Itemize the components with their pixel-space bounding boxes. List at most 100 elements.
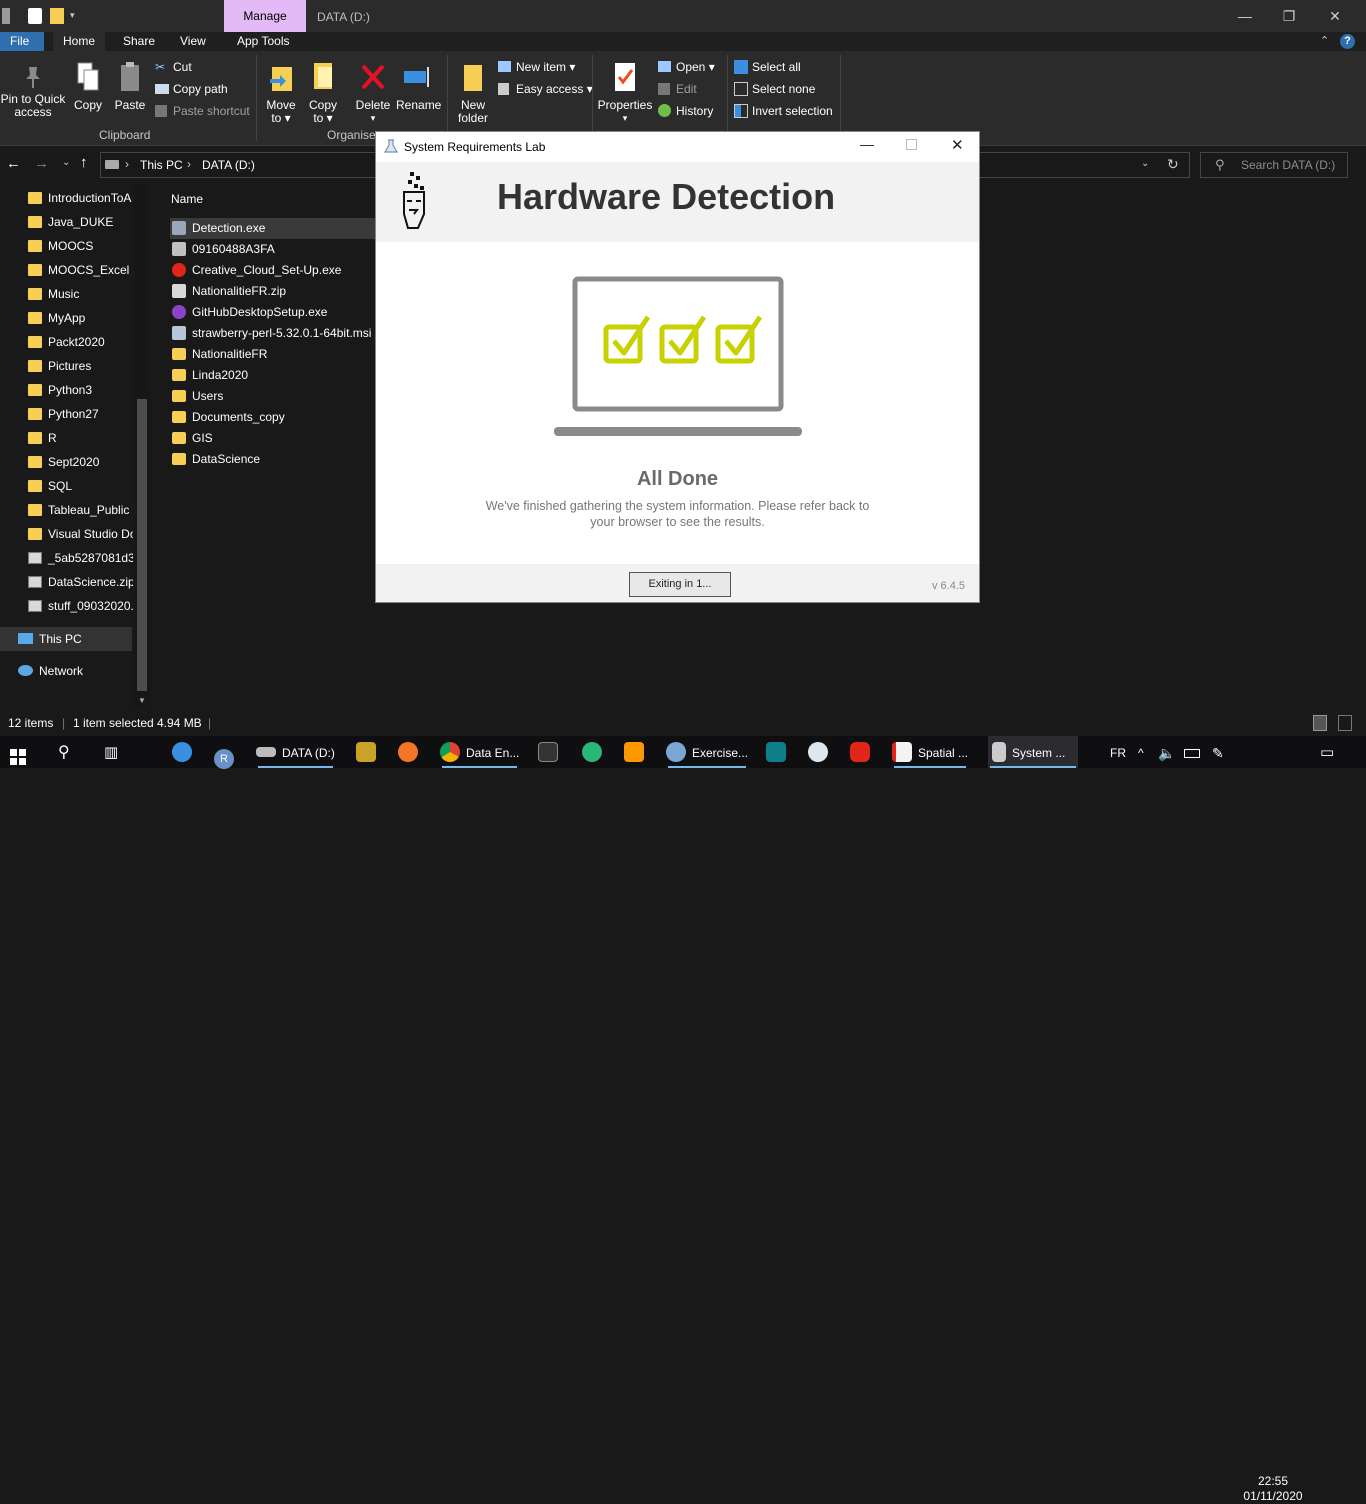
taskbar-app-atom[interactable] (582, 736, 608, 768)
minimize-button[interactable]: — (1222, 0, 1268, 32)
properties-button[interactable]: Properties ▾ (597, 61, 653, 125)
file-row[interactable]: GitHubDesktopSetup.exe (170, 302, 327, 323)
history-button[interactable]: History (658, 102, 713, 120)
file-row[interactable]: strawberry-perl-5.32.0.1-64bit.msi (170, 323, 371, 344)
file-row[interactable]: 09160488A3FA (170, 239, 275, 260)
file-row[interactable]: Documents_copy (170, 407, 285, 428)
pen-icon[interactable]: ✎ (1212, 736, 1224, 768)
edit-button[interactable]: Edit (658, 80, 697, 98)
breadcrumb-this-pc[interactable]: This PC (140, 158, 183, 172)
task-view-icon[interactable]: ▥ (104, 736, 118, 768)
file-row[interactable]: Linda2020 (170, 365, 248, 386)
cut-button[interactable]: ✂ Cut (155, 58, 192, 76)
dialog-close-button[interactable]: ✕ (951, 136, 964, 154)
nav-item[interactable]: Packt2020 (0, 330, 133, 354)
taskbar-app-butterfly[interactable] (766, 736, 792, 768)
breadcrumb-separator-icon[interactable]: › (187, 157, 191, 171)
recent-locations-icon[interactable]: ⌄ (62, 157, 70, 168)
nav-item[interactable]: MOOCS_Excel (0, 258, 133, 282)
nav-item[interactable]: Sept2020 (0, 450, 133, 474)
select-all-button[interactable]: Select all (734, 58, 801, 76)
open-button[interactable]: Open ▾ (658, 58, 715, 76)
forward-arrow-icon[interactable]: → (34, 155, 49, 172)
nav-item[interactable]: SQL (0, 474, 133, 498)
start-button[interactable] (10, 744, 26, 765)
notifications-icon[interactable]: ▭ (1320, 736, 1334, 768)
new-folder-button[interactable]: New folder (454, 61, 492, 125)
nav-scrollbar[interactable]: ▼ (134, 184, 150, 710)
nav-item[interactable]: Python27 (0, 402, 133, 426)
dialog-minimize-button[interactable]: — (860, 136, 874, 152)
copy-button[interactable]: Copy (70, 61, 106, 112)
system-menu-icon[interactable] (2, 8, 10, 24)
tab-view[interactable]: View (170, 32, 216, 51)
breadcrumb-data-drive[interactable]: DATA (D:) (202, 158, 255, 172)
properties-quick-icon[interactable] (28, 8, 42, 24)
nav-item[interactable]: Python3 (0, 378, 133, 402)
customize-quick-access-icon[interactable]: ▾ (70, 10, 80, 20)
move-to-button[interactable]: Move to ▾ (263, 61, 299, 125)
file-row[interactable]: DataScience (170, 449, 260, 470)
taskbar-file-explorer[interactable]: DATA (D:) (256, 736, 335, 768)
properties-dropdown-icon[interactable]: ▾ (597, 112, 653, 125)
tab-file[interactable]: File (0, 32, 44, 51)
close-button[interactable]: ✕ (1312, 0, 1358, 32)
copy-to-button[interactable]: Copy to ▾ (305, 61, 341, 125)
nav-item[interactable]: Visual Studio Do (0, 522, 133, 546)
file-row[interactable]: Creative_Cloud_Set-Up.exe (170, 260, 341, 281)
collapse-ribbon-icon[interactable]: ⌃ (1320, 34, 1329, 47)
nav-item[interactable]: Music (0, 282, 133, 306)
large-icons-view-icon[interactable] (1338, 715, 1352, 731)
back-arrow-icon[interactable]: ← (6, 155, 21, 172)
new-folder-quick-icon[interactable] (50, 8, 64, 24)
taskbar-app-archive[interactable] (356, 736, 382, 768)
tab-share[interactable]: Share (113, 32, 165, 51)
show-hidden-icons-icon[interactable]: ^ (1138, 736, 1144, 768)
search-box[interactable]: ⚲ Search DATA (D:) (1200, 152, 1348, 178)
exiting-button[interactable]: Exiting in 1... (629, 572, 731, 597)
nav-scrollbar-thumb[interactable] (137, 399, 147, 691)
taskbar-app-terminal[interactable] (538, 736, 564, 768)
scroll-down-icon[interactable]: ▼ (138, 696, 146, 705)
tab-app-tools[interactable]: App Tools (227, 32, 299, 51)
clock[interactable]: 22:55 01/11/2020 (1243, 1474, 1303, 1504)
nav-this-pc[interactable]: This PC (0, 627, 132, 651)
battery-icon[interactable] (1184, 736, 1200, 768)
taskbar-app-jupyter[interactable] (398, 736, 424, 768)
nav-item[interactable]: IntroductionToA (0, 186, 133, 210)
nav-item[interactable]: Tableau_Public (0, 498, 133, 522)
taskbar-app-penguin[interactable] (808, 736, 834, 768)
copy-path-button[interactable]: Copy path (155, 80, 228, 98)
delete-dropdown-icon[interactable]: ▾ (354, 112, 392, 125)
nav-item[interactable]: _5ab5287081d30 (0, 546, 133, 570)
nav-item[interactable]: MOOCS (0, 234, 133, 258)
taskbar-app-chrome[interactable]: Data En... (440, 736, 519, 768)
refresh-icon[interactable]: ↻ (1167, 156, 1179, 173)
rename-button[interactable]: Rename (396, 61, 441, 112)
nav-network[interactable]: Network (0, 659, 133, 683)
maximize-button[interactable]: ❐ (1266, 0, 1312, 32)
nav-item[interactable]: MyApp (0, 306, 133, 330)
taskbar-app-system-requirements[interactable]: System ... (988, 736, 1078, 768)
taskbar-app-paint[interactable]: Exercise... (666, 736, 748, 768)
taskbar-app-globe[interactable] (172, 736, 198, 768)
pin-to-quick-access-button[interactable]: Pin to Quick access (0, 65, 66, 119)
file-row[interactable]: NationalitieFR (170, 344, 267, 365)
file-row[interactable]: GIS (170, 428, 213, 449)
dialog-maximize-button[interactable] (906, 139, 917, 150)
select-none-button[interactable]: Select none (734, 80, 815, 98)
column-header-name[interactable]: Name (171, 192, 203, 206)
easy-access-button[interactable]: Easy access ▾ (498, 80, 593, 98)
file-row[interactable]: NationalitieFR.zip (170, 281, 286, 302)
file-row[interactable]: Users (170, 386, 223, 407)
manage-contextual-tab[interactable]: Manage (224, 0, 306, 32)
delete-button[interactable]: Delete ▾ (354, 61, 392, 125)
new-item-button[interactable]: New item ▾ (498, 58, 575, 76)
up-arrow-icon[interactable]: ↑ (80, 154, 88, 171)
nav-item[interactable]: Java_DUKE (0, 210, 133, 234)
taskbar-search-icon[interactable]: ⚲ (58, 736, 70, 768)
nav-item[interactable]: Pictures (0, 354, 133, 378)
details-view-icon[interactable] (1313, 715, 1327, 731)
taskbar-app-creative-cloud[interactable] (850, 736, 876, 768)
nav-item[interactable]: stuff_09032020.z (0, 594, 133, 618)
